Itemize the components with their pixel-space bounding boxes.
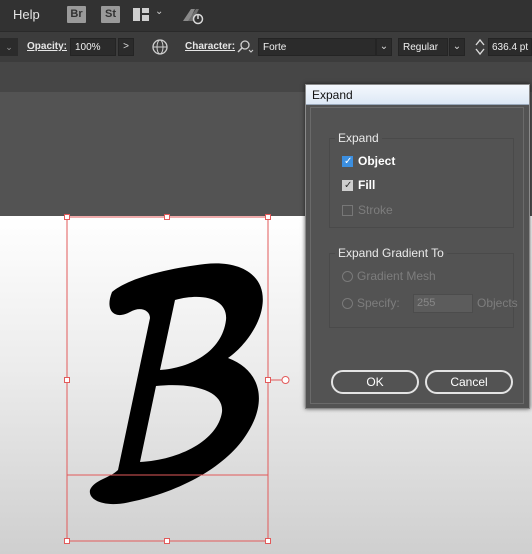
expand-group-title: Expand — [335, 131, 382, 145]
specify-label: Specify: — [357, 296, 400, 310]
dialog-body: Expand ✓ Object ✓ Fill Stroke Expand Gra… — [310, 107, 524, 404]
stroke-label: Stroke — [358, 203, 393, 217]
specify-radio: Specify: 255 Objects — [342, 294, 518, 313]
fill-check-box[interactable]: ✓ — [342, 180, 353, 191]
ok-button[interactable]: OK — [331, 370, 419, 394]
expand-gradient-title: Expand Gradient To — [335, 246, 447, 260]
objects-label: Objects — [477, 296, 518, 310]
stroke-check-box — [342, 205, 353, 216]
specify-radio-circle — [342, 298, 353, 309]
expand-dialog: Expand Expand ✓ Object ✓ Fill Stroke Exp… — [305, 84, 530, 409]
letter-b-glyph[interactable] — [0, 0, 263, 505]
fill-label: Fill — [358, 178, 376, 192]
object-label: Object — [358, 154, 396, 168]
gradient-mesh-label: Gradient Mesh — [357, 269, 436, 283]
dialog-title[interactable]: Expand — [306, 85, 529, 105]
expand-gradient-group: Expand Gradient To Gradient Mesh Specify… — [329, 246, 518, 328]
object-check-box[interactable]: ✓ — [342, 156, 353, 167]
cancel-button[interactable]: Cancel — [425, 370, 513, 394]
specify-objects-input: 255 — [413, 294, 473, 313]
expand-group: Expand ✓ Object ✓ Fill Stroke — [329, 131, 514, 228]
gradient-mesh-radio-circle — [342, 271, 353, 282]
